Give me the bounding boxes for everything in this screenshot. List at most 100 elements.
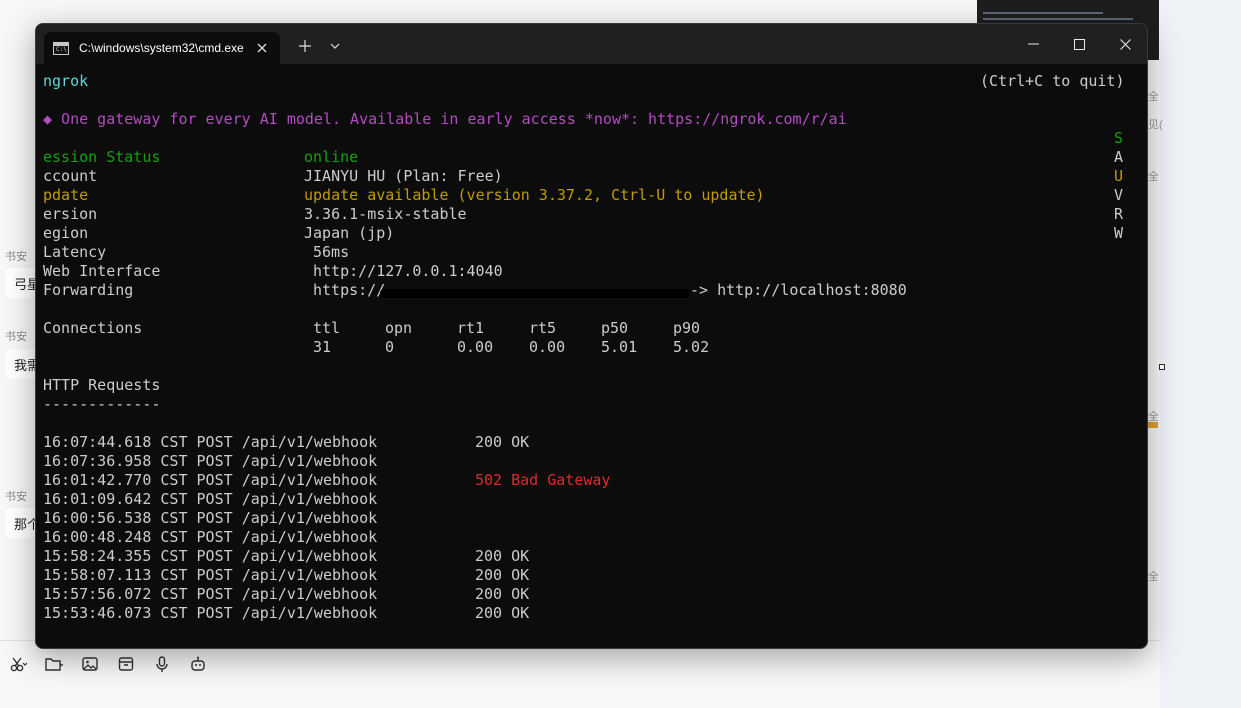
minimize-button[interactable]: [1010, 24, 1056, 64]
edge-letter: V: [1114, 186, 1124, 204]
close-tab-icon[interactable]: [254, 40, 270, 56]
request-method: POST: [196, 528, 233, 546]
request-row: 15:58:07.113 CST POST /api/v1/webhook: [43, 566, 377, 585]
conn-value: 0.00: [457, 338, 494, 356]
request-method: POST: [196, 509, 233, 527]
message-sender: 书安: [5, 491, 27, 503]
right-panel: [1160, 0, 1241, 708]
tab-dropdown-button[interactable]: [321, 32, 349, 60]
conn-header: rt5: [529, 319, 557, 337]
request-method: POST: [196, 604, 233, 622]
status-label: Forwarding: [43, 281, 134, 299]
request-time: 16:07:44.618 CST: [43, 433, 188, 451]
request-path: /api/v1/webhook: [241, 471, 378, 489]
side-fragment: 见(: [1148, 119, 1163, 131]
status-label: ession Status: [43, 148, 161, 166]
forwarding-url[interactable]: https://: [313, 281, 385, 300]
request-method: POST: [196, 566, 233, 584]
status-value: JIANYU HU (Plan: Free): [304, 167, 503, 185]
image-icon[interactable]: [72, 650, 108, 678]
request-row: 15:53:46.073 CST POST /api/v1/webhook: [43, 604, 377, 623]
maximize-button[interactable]: [1056, 24, 1102, 64]
terminal-output[interactable]: ngrok (Ctrl+C to quit) ◆ One gateway for…: [36, 64, 1147, 648]
request-row: 16:00:48.248 CST POST /api/v1/webhook: [43, 528, 377, 547]
request-status: 200 OK: [475, 433, 530, 451]
request-status: 200 OK: [475, 566, 530, 584]
status-badge: [1148, 422, 1158, 428]
status-value: update available (version 3.37.2, Ctrl-U…: [304, 186, 765, 204]
robot-icon[interactable]: [180, 650, 216, 678]
request-path: /api/v1/webhook: [241, 585, 378, 603]
request-row: 16:00:56.538 CST POST /api/v1/webhook: [43, 509, 377, 528]
status-label: Web Interface: [43, 262, 161, 280]
request-time: 16:00:48.248 CST: [43, 528, 188, 546]
close-window-button[interactable]: [1102, 24, 1147, 64]
forwarding-target: -> http://localhost:8080: [690, 281, 907, 299]
folder-icon[interactable]: [36, 650, 72, 678]
conn-header: p90: [673, 319, 701, 337]
status-label: egion: [43, 224, 89, 242]
edge-letter: R: [1114, 205, 1124, 223]
request-time: 16:01:42.770 CST: [43, 471, 188, 489]
status-value: 3.36.1-msix-stable: [304, 205, 467, 223]
message-sender: 书安: [5, 331, 27, 343]
conn-value: 31: [313, 338, 332, 356]
scissors-icon[interactable]: [0, 650, 36, 678]
request-status: 200 OK: [475, 604, 530, 622]
request-time: 16:00:56.538 CST: [43, 509, 188, 527]
request-row: 16:01:09.642 CST POST /api/v1/webhook: [43, 490, 377, 509]
request-method: POST: [196, 585, 233, 603]
side-fragment: 全: [1148, 171, 1159, 183]
conn-header: ttl: [313, 319, 341, 337]
conn-header: p50: [601, 319, 629, 337]
edge-letter: S: [1114, 129, 1124, 147]
request-path: /api/v1/webhook: [241, 528, 378, 546]
request-time: 16:07:36.958 CST: [43, 452, 188, 470]
edge-letter: W: [1114, 224, 1124, 242]
message-sender: 书安: [5, 251, 27, 263]
box-icon[interactable]: [108, 650, 144, 678]
request-path: /api/v1/webhook: [241, 509, 378, 527]
request-row: 15:58:24.355 CST POST /api/v1/webhook: [43, 547, 377, 566]
side-fragment: 全: [1148, 571, 1159, 583]
side-fragment: 全: [1148, 91, 1159, 103]
microphone-icon[interactable]: [144, 650, 180, 678]
request-method: POST: [196, 433, 233, 451]
request-path: /api/v1/webhook: [241, 490, 378, 508]
request-path: /api/v1/webhook: [241, 452, 378, 470]
web-interface-url[interactable]: http://127.0.0.1:4040: [313, 262, 503, 281]
conn-value: 5.01: [601, 338, 638, 356]
title-bar: C:\ C:\windows\system32\cmd.exe: [36, 24, 1147, 64]
status-value: online: [304, 148, 359, 166]
request-status: 200 OK: [475, 547, 530, 565]
terminal-icon: C:\: [53, 41, 69, 55]
request-method: POST: [196, 471, 233, 489]
composer-toolbar: [0, 650, 216, 678]
request-method: POST: [196, 452, 233, 470]
status-value: Japan (jp): [304, 224, 395, 242]
conn-header: opn: [385, 319, 413, 337]
request-method: POST: [196, 490, 233, 508]
new-tab-button[interactable]: [291, 32, 319, 60]
status-label: pdate: [43, 186, 89, 204]
tab-title: C:\windows\system32\cmd.exe: [79, 41, 244, 55]
request-row: 16:07:36.958 CST POST /api/v1/webhook: [43, 452, 377, 471]
request-status: 200 OK: [475, 585, 530, 603]
tab-cmd[interactable]: C:\ C:\windows\system32\cmd.exe: [44, 32, 280, 64]
status-label: ccount: [43, 167, 98, 185]
request-path: /api/v1/webhook: [241, 604, 378, 622]
http-requests-title: HTTP Requests: [43, 376, 161, 394]
status-value: 56ms: [313, 243, 350, 261]
resize-handle[interactable]: [1159, 364, 1165, 370]
request-row: 15:57:56.072 CST POST /api/v1/webhook: [43, 585, 377, 604]
request-time: 16:01:09.642 CST: [43, 490, 188, 508]
request-status: 502 Bad Gateway: [475, 471, 611, 489]
status-label: ersion: [43, 205, 98, 223]
status-label: Latency: [43, 243, 107, 261]
request-path: /api/v1/webhook: [241, 547, 378, 565]
conn-value: 0: [385, 338, 395, 356]
terminal-window: C:\ C:\windows\system32\cmd.exe ngrok (C…: [35, 23, 1148, 649]
request-path: /api/v1/webhook: [241, 566, 378, 584]
request-time: 15:57:56.072 CST: [43, 585, 188, 603]
conn-value: 5.02: [673, 338, 710, 356]
